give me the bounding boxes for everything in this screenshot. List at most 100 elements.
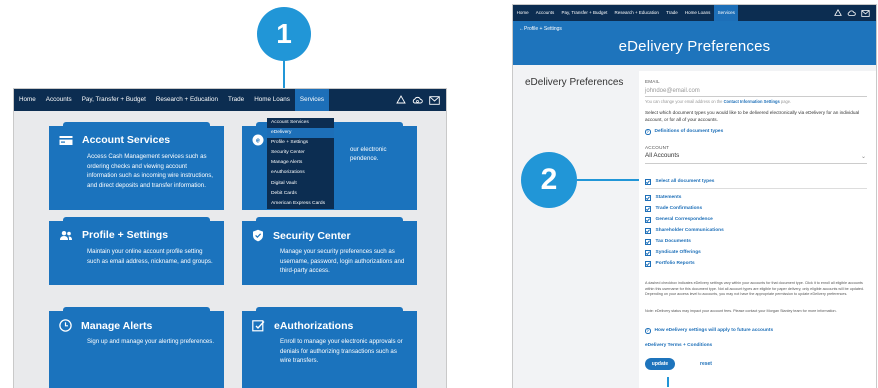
cloud-sync-icon[interactable] [847,9,856,17]
select-all-checkbox[interactable]: Select all document types [645,179,714,185]
fees-note: Note: eDelivery status may impact your a… [645,309,837,313]
nav-pay-transfer[interactable]: Pay, Transfer + Budget [77,89,151,111]
menu-item-manage-alerts[interactable]: Manage Alerts [267,158,334,168]
nav-services[interactable]: Services [294,89,330,111]
mail-icon[interactable] [861,9,870,17]
tile-security-center[interactable]: Security Center Manage your security pre… [242,217,417,285]
approval-edit-icon [252,320,265,332]
tile-eauthorizations[interactable]: eAuthorizations Enroll to manage your el… [242,307,417,388]
checkbox-label: Shareholder Communications [655,228,724,234]
edelivery-form: EMAIL johndoe@email.com You can change y… [639,71,876,388]
future-accounts-link[interactable]: How eDelivery settings will apply to fut… [655,328,774,333]
page-banner: ←Profile + Settings eDelivery Preference… [513,21,876,65]
callout-number: 1 [276,18,292,49]
tile-description: Access Cash Management services such as … [87,153,213,189]
doc-type-checkbox[interactable]: Shareholder Communications [645,228,724,234]
tile-title: Account Services [82,134,171,146]
tile-profile-settings[interactable]: Profile + Settings Maintain your online … [49,217,224,285]
checkbox-icon [645,261,651,267]
menu-item-account-services[interactable]: Account Services [267,118,334,128]
users-icon [60,230,72,240]
callout-number: 2 [540,163,558,196]
checkbox-icon [645,206,651,212]
email-underline [645,96,867,97]
instruction-text: Select which document types you would li… [645,110,860,122]
doc-type-checkbox[interactable]: Trade Confirmations [645,206,702,212]
contact-info-settings-link[interactable]: Contact Information Settings [724,99,780,104]
menu-item-eauthorizations[interactable]: eAuthorizations [267,168,334,178]
section-heading: eDelivery Preferences [525,77,624,88]
tile-title: Security Center [273,229,351,242]
checkbox-label: General Correspondence [655,217,713,223]
callout-badge-2: 2 [521,152,577,208]
nav-home-loans[interactable]: Home Loans [681,5,714,21]
checkbox-label: Select all document types [655,179,715,185]
nav-research[interactable]: Research + Education [611,5,663,21]
email-hint-text: You can change your email address on the [645,99,724,104]
tile-manage-alerts[interactable]: Manage Alerts Sign up and manage your al… [49,307,224,388]
nav-services[interactable]: Services [714,5,739,21]
dashed-checkbox-note: A dashed checkbox indicates eDelivery se… [645,281,865,297]
top-nav-bar: Home Accounts Pay, Transfer + Budget Res… [14,89,446,111]
definitions-link[interactable]: Definitions of document types [655,129,724,134]
tile-description: Maintain your online account profile set… [87,248,213,265]
info-circle-icon: ? [645,328,651,334]
mail-icon[interactable] [429,95,440,105]
shield-icon [253,229,263,242]
nav-accounts[interactable]: Accounts [41,89,77,111]
doc-type-checkbox[interactable]: Tax Documents [645,239,691,245]
account-select[interactable]: All Accounts [645,152,679,159]
nav-pay-transfer[interactable]: Pay, Transfer + Budget [558,5,611,21]
menu-item-debit-cards[interactable]: Debit Cards [267,189,334,199]
definitions-link-row[interactable]: ? Definitions of document types [645,129,723,135]
doc-type-checkbox[interactable]: Syndicate Offerings [645,250,701,256]
info-circle-icon: ? [645,129,651,135]
nav-research[interactable]: Research + Education [151,89,223,111]
tile-description: Enroll to manage your electronic approva… [280,338,403,365]
checkbox-icon [645,195,651,201]
email-field[interactable]: johndoe@email.com [645,88,700,94]
reset-link[interactable]: reset [700,361,712,367]
nav-home-loans[interactable]: Home Loans [249,89,295,111]
nav-trade[interactable]: Trade [223,89,249,111]
nav-home[interactable]: Home [513,5,532,21]
checkbox-icon [645,250,651,256]
terms-link[interactable]: eDelivery Terms + Conditions [645,343,712,348]
email-hint-suffix: page. [779,99,792,104]
menu-item-digital-vault[interactable]: Digital Vault [267,179,334,189]
menu-item-security-center[interactable]: Security Center [267,148,334,158]
nav-accounts[interactable]: Accounts [532,5,558,21]
menu-item-amex-cards[interactable]: American Express Cards [267,199,334,209]
card-icon [59,135,73,145]
doc-type-checkbox[interactable]: General Correspondence [645,217,713,223]
cloud-sync-icon[interactable] [412,95,423,105]
tile-title: eAuthorizations [274,319,354,332]
svg-text:e: e [256,137,260,144]
callout-badge-1: 1 [257,7,311,61]
alert-bell-icon[interactable] [396,95,406,105]
nav-home[interactable]: Home [14,89,41,111]
checkbox-icon [645,179,651,185]
future-accounts-link-row[interactable]: ? How eDelivery settings will apply to f… [645,328,773,334]
back-link-label: Profile + Settings [524,26,562,32]
checkbox-label: Portfolio Reports [655,261,695,267]
tile-title: Manage Alerts [81,319,153,332]
tile-account-services[interactable]: Account Services Access Cash Management … [49,122,224,210]
top-nav-bar: Home Accounts Pay, Transfer + Budget Res… [513,5,876,21]
doc-type-checkbox[interactable]: Portfolio Reports [645,261,695,267]
update-button[interactable]: update [645,358,675,370]
back-link[interactable]: ←Profile + Settings [519,26,562,32]
menu-item-profile-settings[interactable]: Profile + Settings [267,138,334,148]
menu-item-edelivery[interactable]: eDelivery [267,128,334,139]
alert-bell-icon[interactable] [834,9,842,17]
page-body: eDelivery Preferences EMAIL johndoe@emai… [513,65,876,388]
email-label: EMAIL [645,79,660,84]
nav-trade[interactable]: Trade [663,5,682,21]
edelivery-icon: e [252,134,264,146]
clock-icon [59,319,72,332]
tile-description-line2: pendence. [350,155,379,162]
chevron-down-icon[interactable]: ⌄ [861,153,866,160]
update-pointer-line [667,377,669,387]
doc-type-checkbox[interactable]: Statements [645,195,681,201]
services-dropdown-menu: Account Services eDelivery Profile + Set… [267,118,334,209]
